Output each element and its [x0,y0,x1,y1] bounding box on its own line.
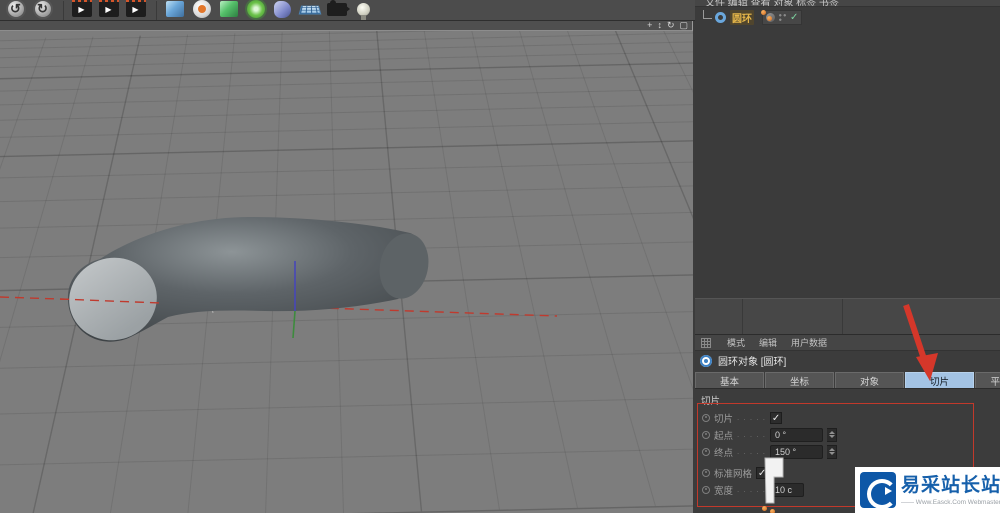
start-angle-stepper[interactable] [827,427,838,442]
column-divider [842,299,843,334]
attribute-object-title: 圆环对象 [圆环] [695,351,1000,370]
keyframe-ring-icon[interactable] [702,468,710,477]
orange-dot [762,506,767,511]
object-manager-empty-area[interactable] [695,27,1000,298]
array-generator-icon[interactable] [243,0,268,20]
leader-dots: . . . . . [737,413,767,422]
right-panel: 文件 编辑 查看 对象 标签 书签 圆环 ✓ 模式 编辑 用户数据 圆环对象 [… [695,0,1000,513]
light-icon[interactable] [351,0,376,20]
enable-dot-icon[interactable] [767,16,772,21]
object-title-text: 圆环对象 [圆环] [718,357,787,368]
keyframe-ring-icon[interactable] [702,430,710,439]
primitive-cube-icon[interactable] [162,0,187,20]
row-start-angle: 起点 . . . . . 0 ° [695,426,1000,443]
menu-edit[interactable]: 编辑 [759,336,777,349]
camera-icon[interactable] [324,0,350,20]
label-start: 起点 [714,430,734,442]
easck-logo-icon [860,472,897,509]
undo-icon[interactable]: ↺ [3,0,28,20]
width-field[interactable]: 10 c [770,482,805,497]
keyframe-ring-icon[interactable] [702,485,710,494]
display-dots-icon[interactable] [778,12,787,22]
torus-object-disc-icon [700,354,712,367]
attribute-manager-menubar: 模式 编辑 用户数据 [695,335,1000,351]
torus-object[interactable] [0,31,693,513]
object-manager-menubar[interactable]: 文件 编辑 查看 对象 标签 书签 [695,0,1000,7]
column-divider [742,299,743,334]
viewport-canvas[interactable] [0,31,693,513]
keyframe-ring-icon[interactable] [702,447,710,456]
regular-grid-checkbox[interactable]: ✓ [756,466,769,479]
render-view-icon[interactable]: ▶ [69,0,94,20]
pan-view-icon[interactable]: + [647,20,652,30]
leader-dots: . . . . . [737,485,767,494]
axis-y-green[interactable] [292,310,296,339]
tab-object[interactable]: 对象 [835,372,904,388]
subdivision-surface-icon[interactable] [216,0,241,20]
torus-object-icon[interactable] [715,11,726,23]
redo-icon[interactable]: ↻ [30,0,55,20]
material-manager-strip[interactable] [695,298,1000,335]
object-name-torus[interactable]: 圆环 [730,9,754,25]
render-settings-icon[interactable]: ▶ [123,0,148,20]
end-angle-stepper[interactable] [827,444,838,459]
grid-handle-icon [701,337,711,348]
tab-slice[interactable]: 切片 [905,372,974,388]
label-width: 宽度 [714,485,734,497]
section-title-slice: 切片 [701,396,721,407]
keyframe-ring-icon[interactable] [702,413,710,422]
app-window: ↺ ↻ ▶ ▶ ▶ + ↕ ↻ ▢ 文件 编辑 查看 对象 标签 书签 圆环 ✓… [0,0,1000,513]
tab-phong[interactable]: 平滑着色 [975,372,1000,388]
object-manager-menu-items: 文件 编辑 查看 对象 标签 书签 [705,0,839,7]
object-tree: 圆环 ✓ [695,7,1000,27]
zoom-view-icon[interactable]: ↕ [657,20,662,30]
spline-pen-icon[interactable] [189,0,214,20]
label-slice: 切片 [714,413,734,425]
leader-dots: . . . . . [737,430,767,439]
floor-environment-icon[interactable] [297,0,322,20]
row-end-angle: 终点 . . . . . 150 ° [695,443,1000,460]
tree-elbow-icon [703,9,712,19]
label-end: 终点 [714,447,734,459]
watermark: 易采站长站 —— Www.Easck.Com Webmaster —— [855,467,1000,513]
toolbar-separator [149,1,157,20]
toolbar-separator [56,1,64,20]
deformer-icon[interactable] [270,0,295,20]
render-region-icon[interactable]: ▶ [96,0,121,20]
orange-dot [770,509,775,513]
watermark-title: 易采站长站 [901,474,1000,496]
rotate-view-icon[interactable]: ↻ [667,20,675,30]
tab-coordinates[interactable]: 坐标 [765,372,834,388]
end-angle-field[interactable]: 150 ° [770,444,824,459]
label-regular-grid: 标准网格 [714,468,753,480]
toggle-view-icon[interactable]: ▢ [679,20,688,30]
slice-checkbox[interactable]: ✓ [770,411,783,424]
viewport-header: + ↕ ↻ ▢ [0,20,692,31]
attribute-tabs: 基本 坐标 对象 切片 平滑着色 [695,370,1000,389]
menu-mode[interactable]: 模式 [727,336,745,349]
watermark-subtitle: —— Www.Easck.Com Webmaster —— [901,498,1000,506]
leader-dots: . . . . . [737,447,767,456]
tab-basic[interactable]: 基本 [695,372,764,388]
viewport-perspective[interactable]: + ↕ ↻ ▢ [0,20,693,513]
row-slice: 切片 . . . . . ✓ [695,409,1000,426]
menu-user-data[interactable]: 用户数据 [791,336,827,349]
enable-dot-icon[interactable] [761,10,766,15]
start-angle-field[interactable]: 0 ° [770,427,824,442]
enable-check-icon[interactable]: ✓ [790,12,798,22]
